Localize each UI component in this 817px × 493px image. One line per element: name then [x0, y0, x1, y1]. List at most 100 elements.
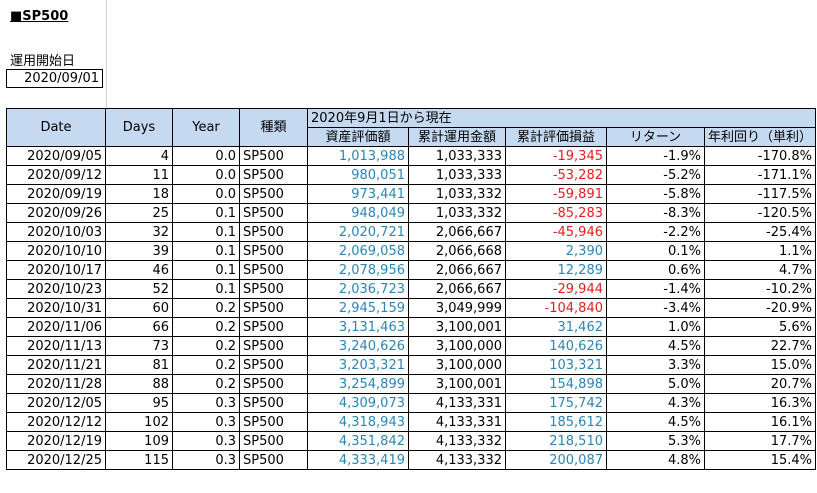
header-asset[interactable]: 資産評価額	[307, 127, 409, 147]
cell-return[interactable]: -5.2%	[606, 165, 705, 185]
cell-days[interactable]: 11	[105, 165, 173, 185]
cell-annual[interactable]: 16.3%	[703, 393, 817, 413]
cell-asset[interactable]: 4,351,842	[307, 431, 409, 451]
cell-year[interactable]: 0.3	[172, 431, 240, 451]
cell-type[interactable]: SP500	[239, 203, 308, 223]
cell-return[interactable]: 4.8%	[606, 450, 705, 470]
cell-pnl[interactable]: 185,612	[505, 412, 607, 432]
cell-type[interactable]: SP500	[239, 336, 308, 356]
cell-days[interactable]: 95	[105, 393, 173, 413]
cell-date[interactable]: 2020/12/19	[6, 431, 106, 451]
cell-pnl[interactable]: 12,289	[505, 260, 607, 280]
cell-asset[interactable]: 2,078,956	[307, 260, 409, 280]
cell-pnl[interactable]: 103,321	[505, 355, 607, 375]
cell-return[interactable]: -1.9%	[606, 146, 705, 166]
cell-annual[interactable]: 17.7%	[703, 431, 817, 451]
cell-date[interactable]: 2020/11/06	[6, 317, 106, 337]
cell-date[interactable]: 2020/10/17	[6, 260, 106, 280]
cell-type[interactable]: SP500	[239, 184, 308, 204]
sheet-title[interactable]: ■SP500	[10, 9, 68, 24]
cell-annual[interactable]: -25.4%	[703, 222, 817, 242]
cell-annual[interactable]: 4.7%	[703, 260, 817, 280]
cell-days[interactable]: 102	[105, 412, 173, 432]
header-days[interactable]: Days	[105, 108, 173, 147]
start-date-label[interactable]: 運用開始日	[10, 50, 75, 69]
cell-year[interactable]: 0.1	[172, 222, 240, 242]
cell-date[interactable]: 2020/09/26	[6, 203, 106, 223]
cell-invested[interactable]: 3,100,000	[408, 355, 506, 375]
cell-pnl[interactable]: 2,390	[505, 241, 607, 261]
cell-days[interactable]: 115	[105, 450, 173, 470]
header-annual[interactable]: 年利回り（単利）	[703, 127, 817, 147]
cell-year[interactable]: 0.3	[172, 393, 240, 413]
cell-annual[interactable]: -10.2%	[703, 279, 817, 299]
cell-year[interactable]: 0.3	[172, 450, 240, 470]
cell-days[interactable]: 18	[105, 184, 173, 204]
cell-return[interactable]: 0.1%	[606, 241, 705, 261]
cell-annual[interactable]: -20.9%	[703, 298, 817, 318]
cell-date[interactable]: 2020/12/12	[6, 412, 106, 432]
cell-year[interactable]: 0.0	[172, 184, 240, 204]
cell-asset[interactable]: 3,203,321	[307, 355, 409, 375]
cell-invested[interactable]: 1,033,332	[408, 203, 506, 223]
cell-asset[interactable]: 980,051	[307, 165, 409, 185]
cell-return[interactable]: -8.3%	[606, 203, 705, 223]
cell-year[interactable]: 0.1	[172, 260, 240, 280]
cell-type[interactable]: SP500	[239, 317, 308, 337]
header-invested[interactable]: 累計運用金額	[408, 127, 506, 147]
cell-annual[interactable]: 15.4%	[703, 450, 817, 470]
cell-return[interactable]: -3.4%	[606, 298, 705, 318]
cell-asset[interactable]: 2,036,723	[307, 279, 409, 299]
cell-date[interactable]: 2020/10/31	[6, 298, 106, 318]
cell-invested[interactable]: 4,133,331	[408, 393, 506, 413]
cell-type[interactable]: SP500	[239, 374, 308, 394]
cell-pnl[interactable]: -85,283	[505, 203, 607, 223]
cell-invested[interactable]: 3,100,000	[408, 336, 506, 356]
cell-asset[interactable]: 1,013,988	[307, 146, 409, 166]
cell-date[interactable]: 2020/10/23	[6, 279, 106, 299]
cell-invested[interactable]: 3,049,999	[408, 298, 506, 318]
cell-type[interactable]: SP500	[239, 165, 308, 185]
cell-pnl[interactable]: -19,345	[505, 146, 607, 166]
cell-invested[interactable]: 1,033,332	[408, 184, 506, 204]
cell-days[interactable]: 66	[105, 317, 173, 337]
cell-type[interactable]: SP500	[239, 450, 308, 470]
cell-days[interactable]: 52	[105, 279, 173, 299]
cell-return[interactable]: 0.6%	[606, 260, 705, 280]
cell-asset[interactable]: 973,441	[307, 184, 409, 204]
header-pnl[interactable]: 累計評価損益	[505, 127, 607, 147]
header-return[interactable]: リターン	[606, 127, 705, 147]
cell-asset[interactable]: 3,240,626	[307, 336, 409, 356]
cell-type[interactable]: SP500	[239, 279, 308, 299]
cell-year[interactable]: 0.2	[172, 355, 240, 375]
cell-annual[interactable]: -171.1%	[703, 165, 817, 185]
cell-annual[interactable]: 22.7%	[703, 336, 817, 356]
cell-year[interactable]: 0.2	[172, 317, 240, 337]
cell-asset[interactable]: 2,069,058	[307, 241, 409, 261]
cell-pnl[interactable]: -29,944	[505, 279, 607, 299]
cell-date[interactable]: 2020/11/13	[6, 336, 106, 356]
cell-invested[interactable]: 4,133,331	[408, 412, 506, 432]
cell-date[interactable]: 2020/12/05	[6, 393, 106, 413]
cell-days[interactable]: 25	[105, 203, 173, 223]
cell-invested[interactable]: 2,066,668	[408, 241, 506, 261]
cell-year[interactable]: 0.0	[172, 146, 240, 166]
cell-date[interactable]: 2020/12/25	[6, 450, 106, 470]
cell-invested[interactable]: 3,100,001	[408, 374, 506, 394]
cell-invested[interactable]: 2,066,667	[408, 222, 506, 242]
cell-pnl[interactable]: 218,510	[505, 431, 607, 451]
cell-days[interactable]: 46	[105, 260, 173, 280]
cell-invested[interactable]: 2,066,667	[408, 279, 506, 299]
start-date-cell[interactable]: 2020/09/01	[6, 69, 103, 88]
cell-asset[interactable]: 4,333,419	[307, 450, 409, 470]
cell-days[interactable]: 39	[105, 241, 173, 261]
cell-type[interactable]: SP500	[239, 241, 308, 261]
cell-type[interactable]: SP500	[239, 222, 308, 242]
cell-pnl[interactable]: 154,898	[505, 374, 607, 394]
header-year[interactable]: Year	[172, 108, 240, 147]
cell-date[interactable]: 2020/09/05	[6, 146, 106, 166]
cell-type[interactable]: SP500	[239, 298, 308, 318]
cell-year[interactable]: 0.0	[172, 165, 240, 185]
cell-annual[interactable]: 15.0%	[703, 355, 817, 375]
cell-type[interactable]: SP500	[239, 355, 308, 375]
